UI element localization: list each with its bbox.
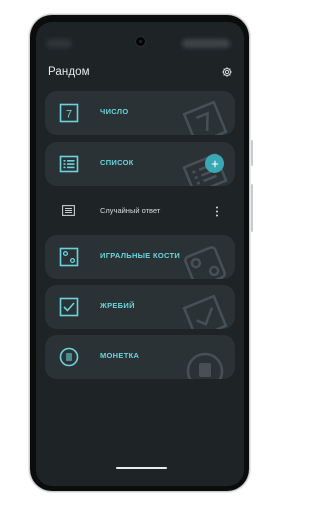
front-camera xyxy=(136,37,145,46)
list-icon xyxy=(59,155,79,173)
home-indicator[interactable] xyxy=(116,467,167,469)
list-item[interactable]: Случайный ответ xyxy=(45,198,235,224)
card-label: СПИСОК xyxy=(100,158,134,167)
gear-icon xyxy=(222,67,232,77)
settings-button[interactable] xyxy=(221,65,233,77)
card-label: МОНЕТКА xyxy=(100,351,140,360)
svg-text:7: 7 xyxy=(66,109,72,121)
list-item-icon xyxy=(62,205,75,216)
volume-button xyxy=(251,184,253,232)
number-watermark-icon xyxy=(182,100,228,135)
card-number[interactable]: 7 ЧИСЛО xyxy=(45,91,235,135)
dice-icon xyxy=(59,247,79,267)
status-bar-time xyxy=(46,39,72,48)
checkbox-watermark-icon xyxy=(182,294,228,329)
plus-icon xyxy=(211,160,218,167)
card-dice[interactable]: ИГРАЛЬНЫЕ КОСТИ xyxy=(45,235,235,279)
card-label: ИГРАЛЬНЫЕ КОСТИ xyxy=(100,251,181,260)
list-item-label: Случайный ответ xyxy=(100,206,161,215)
app-screen: Рандом 7 ЧИСЛО СПИСОК Случайный ответ ИГ… xyxy=(36,22,244,486)
more-options-icon[interactable] xyxy=(215,206,219,217)
app-title: Рандом xyxy=(48,66,90,78)
power-button xyxy=(251,140,253,166)
coin-icon xyxy=(59,347,79,367)
card-label: ЧИСЛО xyxy=(100,107,129,116)
coin-watermark-icon xyxy=(186,352,224,379)
card-lot[interactable]: ЖРЕБИЙ xyxy=(45,285,235,329)
checkbox-icon xyxy=(59,297,79,317)
number-seven-icon: 7 xyxy=(59,103,79,123)
card-coin[interactable]: МОНЕТКА xyxy=(45,335,235,379)
card-label: ЖРЕБИЙ xyxy=(100,301,135,310)
add-list-button[interactable] xyxy=(205,154,224,173)
dice-watermark-icon xyxy=(184,246,226,279)
status-bar-icons xyxy=(182,39,230,48)
